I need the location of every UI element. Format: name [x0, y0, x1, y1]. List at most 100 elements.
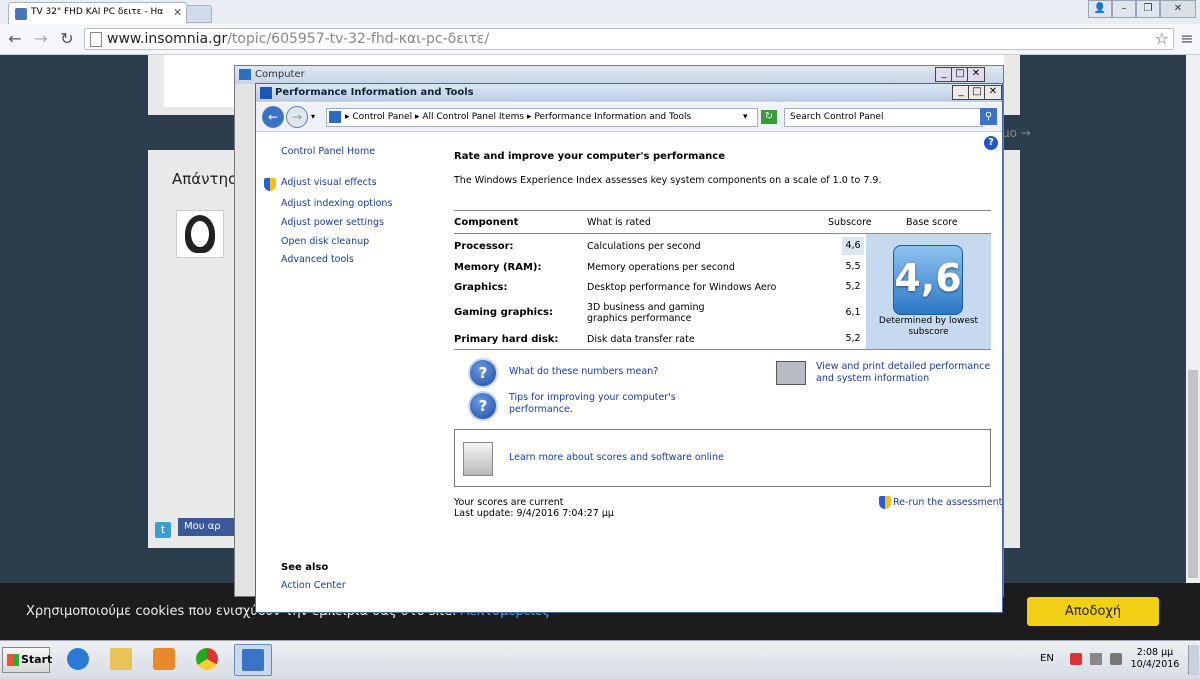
page-scrollbar[interactable]: [1186, 55, 1200, 640]
tab-strip: TV 32" FHD ΚΑΙ PC δειτε - Ηα ✕ 👤 – ❐ ✕: [0, 0, 1200, 25]
breadcrumb[interactable]: ▸ Control Panel ▸ All Control Panel Item…: [326, 108, 758, 127]
ie-taskbar-icon[interactable]: [60, 644, 96, 674]
col-what-rated: What is rated: [587, 217, 651, 228]
network-icon[interactable]: [1090, 653, 1102, 665]
row-processor-component: Processor:: [454, 241, 514, 252]
reload-icon[interactable]: ↻: [56, 28, 78, 50]
nav-back-icon[interactable]: ←: [262, 106, 284, 128]
avatar-face: [191, 221, 209, 247]
score-table: Processor: Calculations per second 4,6 M…: [454, 234, 991, 350]
explorer-taskbar-icon[interactable]: [103, 644, 139, 674]
help-icon[interactable]: ?: [984, 136, 998, 150]
breadcrumb-item-performance[interactable]: Performance Information and Tools: [534, 112, 691, 122]
address-bar[interactable]: www.insomnia.gr/topic/605957-tv-32-fhd-κ…: [84, 28, 1174, 50]
printer-icon: [776, 361, 806, 385]
clock-date: 10/4/2016: [1130, 659, 1180, 670]
tab-title: TV 32" FHD ΚΑΙ PC δειτε - Ηα: [31, 7, 164, 17]
pager-next[interactable]: μο →: [1002, 126, 1031, 140]
page-description: The Windows Experience Index assesses ke…: [454, 175, 882, 186]
perf-window-icon: [260, 87, 272, 99]
restore-icon[interactable]: ❐: [1136, 0, 1160, 18]
rerun-assessment-link[interactable]: Re-run the assessment: [893, 497, 1002, 508]
browser-toolbar: ← → ↻ www.insomnia.gr/topic/605957-tv-32…: [0, 24, 1200, 55]
software-box-icon: [463, 442, 493, 476]
search-icon[interactable]: ⚲: [980, 108, 997, 125]
row-graphics-component: Graphics:: [454, 282, 508, 293]
language-indicator[interactable]: EN: [1040, 653, 1054, 664]
row-memory-component: Memory (RAM):: [454, 262, 542, 273]
url-text: www.insomnia.gr/topic/605957-tv-32-fhd-κ…: [107, 31, 489, 47]
folder-glyph: [110, 648, 132, 670]
action-center-flag-icon[interactable]: [1070, 653, 1082, 665]
twitter-icon[interactable]: t: [155, 522, 171, 538]
computer-icon: [239, 69, 251, 80]
sidebar-action-center[interactable]: Action Center: [281, 580, 346, 591]
control-panel-taskbar-icon[interactable]: [234, 644, 272, 676]
print-details-link[interactable]: View and print detailed performance and …: [816, 361, 994, 385]
bookmark-star-icon[interactable]: ☆: [1155, 29, 1169, 48]
address-dropdown-icon[interactable]: ▾: [743, 109, 748, 126]
sidebar-advanced-tools[interactable]: Advanced tools: [281, 254, 354, 265]
clock[interactable]: 2:08 μμ 10/4/2016: [1127, 647, 1183, 671]
sidebar-adjust-visual-effects[interactable]: Adjust visual effects: [281, 177, 377, 188]
sidebar-disk-cleanup[interactable]: Open disk cleanup: [281, 236, 369, 247]
sidebar-adjust-power[interactable]: Adjust power settings: [281, 217, 384, 228]
sidebar-adjust-indexing[interactable]: Adjust indexing options: [281, 198, 392, 209]
row-memory-rated: Memory operations per second: [587, 262, 735, 273]
nav-forward-icon[interactable]: →: [286, 106, 308, 128]
learn-more-box: Learn more about scores and software onl…: [454, 429, 991, 487]
row-disk-subscore: 5,2: [845, 333, 861, 344]
row-graphics-rated: Desktop performance for Windows Aero: [587, 282, 777, 293]
learn-more-link[interactable]: Learn more about scores and software onl…: [509, 452, 724, 463]
page-icon: [90, 32, 102, 47]
user-icon[interactable]: 👤: [1088, 0, 1112, 18]
sidebar-control-panel-home[interactable]: Control Panel Home: [281, 146, 375, 157]
scrollbar-thumb[interactable]: [1188, 370, 1198, 578]
start-button[interactable]: Start: [2, 647, 52, 673]
perf-close-button[interactable]: ✕: [984, 85, 1002, 100]
table-header: Component What is rated Subscore Base sc…: [454, 210, 991, 234]
computer-titlebar: Computer _ □ ✕: [235, 66, 1003, 84]
row-disk-component: Primary hard disk:: [454, 334, 559, 345]
base-score-caption: Determined by lowest subscore: [878, 316, 979, 337]
row-processor-subscore: 4,6: [842, 237, 864, 255]
url-host: www.insomnia.gr: [107, 31, 228, 47]
perf-titlebar: Performance Information and Tools _ □ ✕: [256, 84, 1002, 102]
performance-window: Performance Information and Tools _ □ ✕ …: [255, 83, 1003, 613]
chrome-taskbar-icon[interactable]: [189, 644, 225, 674]
control-panel-icon: [329, 111, 341, 123]
question-icon: ?: [468, 391, 498, 421]
forward-icon[interactable]: →: [30, 28, 52, 50]
uac-shield-icon: [264, 178, 276, 191]
row-disk-rated: Disk data transfer rate: [587, 334, 695, 345]
show-desktop-button[interactable]: [1188, 645, 1199, 675]
ie-glyph: [67, 648, 89, 670]
col-subscore: Subscore: [828, 217, 872, 228]
menu-icon[interactable]: ≡: [1176, 28, 1198, 50]
minimize-icon[interactable]: –: [1112, 0, 1136, 18]
close-icon[interactable]: ✕: [1160, 0, 1196, 18]
col-component: Component: [454, 217, 519, 228]
breadcrumb-item-all-items[interactable]: All Control Panel Items: [422, 112, 524, 122]
refresh-icon[interactable]: ↻: [761, 110, 777, 124]
avatar: [176, 210, 224, 258]
back-icon[interactable]: ←: [4, 28, 26, 50]
numbers-meaning-link[interactable]: What do these numbers mean?: [509, 366, 658, 377]
perf-nav-bar: ← → ▾ ▸ Control Panel ▸ All Control Pane…: [256, 103, 1002, 132]
breadcrumb-item-control-panel[interactable]: Control Panel: [352, 112, 412, 122]
media-player-taskbar-icon[interactable]: [146, 644, 182, 674]
new-tab-button[interactable]: [186, 5, 212, 23]
computer-close-button[interactable]: ✕: [967, 67, 985, 82]
media-glyph: [153, 648, 175, 670]
row-memory-subscore: 5,5: [845, 261, 861, 272]
search-input[interactable]: Search Control Panel: [784, 108, 983, 127]
tips-link[interactable]: Tips for improving your computer's perfo…: [509, 392, 679, 416]
tab-close-icon[interactable]: ✕: [173, 6, 182, 19]
nav-history-dropdown-icon[interactable]: ▾: [311, 112, 315, 121]
volume-icon[interactable]: [1110, 653, 1122, 665]
row-processor-rated: Calculations per second: [587, 241, 701, 252]
see-also-heading: See also: [281, 562, 329, 573]
accept-cookies-button[interactable]: Αποδοχή: [1027, 597, 1159, 626]
control-panel-glyph: [242, 649, 264, 671]
browser-tab[interactable]: TV 32" FHD ΚΑΙ PC δειτε - Ηα ✕: [8, 2, 188, 25]
